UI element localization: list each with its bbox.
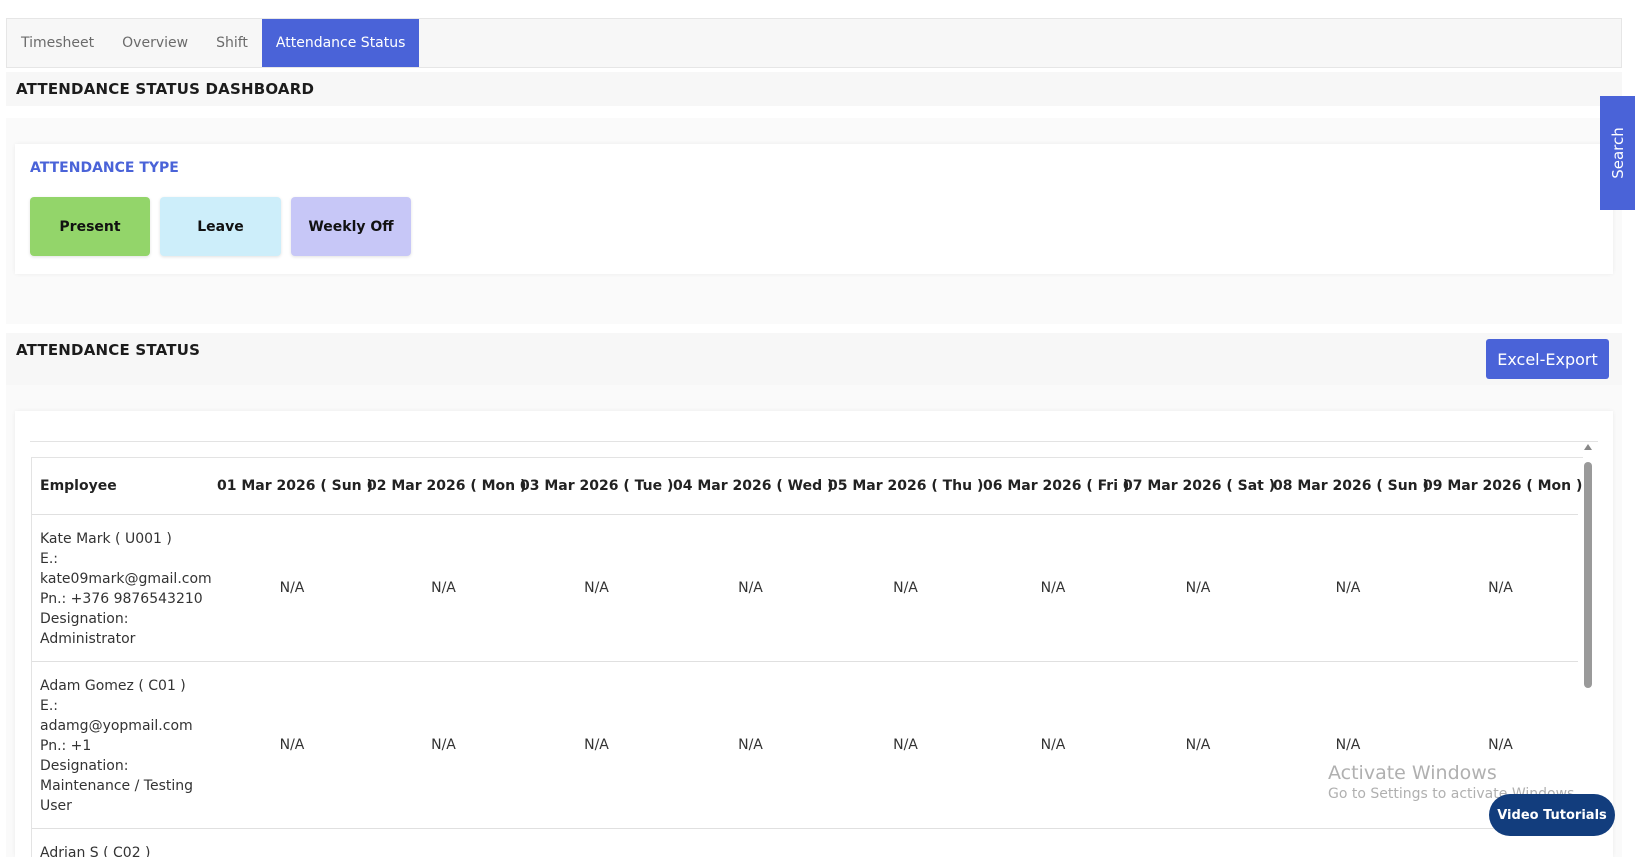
employee-email-label: E.: xyxy=(40,550,59,567)
attendance-type-card: ATTENDANCE TYPE Present Leave Weekly Off xyxy=(15,144,1613,274)
employee-name: Adam Gomez ( C01 ) xyxy=(40,677,186,694)
status-cell: N/A xyxy=(217,661,367,829)
status-cell: N/A xyxy=(828,514,983,662)
status-cell: N/A xyxy=(1123,514,1273,662)
status-cell: N/A xyxy=(1273,514,1423,662)
status-cell xyxy=(828,828,983,857)
tab-attendance-status[interactable]: Attendance Status xyxy=(261,19,420,67)
search-tab-label: Search xyxy=(1608,127,1627,179)
employee-cell: Kate Mark ( U001 ) E.: kate09mark@gmail.… xyxy=(32,514,217,662)
employee-designation-label: Designation: xyxy=(40,610,129,627)
status-cell: N/A xyxy=(1273,661,1423,829)
column-header: 07 Mar 2026 ( Sat ) xyxy=(1123,458,1275,515)
status-cell xyxy=(983,828,1123,857)
legend-present[interactable]: Present xyxy=(30,197,150,256)
status-cell: N/A xyxy=(983,661,1123,829)
column-header: 01 Mar 2026 ( Sun ) xyxy=(217,458,373,515)
legend-weekly-off[interactable]: Weekly Off xyxy=(291,197,411,256)
status-cell xyxy=(673,828,828,857)
employee-cell: Adam Gomez ( C01 ) E.: adamg@yopmail.com… xyxy=(32,661,217,829)
status-cell: N/A xyxy=(983,514,1123,662)
excel-export-button[interactable]: Excel-Export xyxy=(1486,339,1609,379)
attendance-status-header: ATTENDANCE STATUS xyxy=(6,333,1622,385)
dashboard-title: ATTENDANCE STATUS DASHBOARD xyxy=(16,80,315,98)
tab-bar: Timesheet Overview Shift Attendance Stat… xyxy=(6,18,1622,68)
employee-designation: Maintenance / Testing xyxy=(40,777,193,794)
status-cell: N/A xyxy=(217,514,367,662)
video-tutorials-button[interactable]: Video Tutorials xyxy=(1489,794,1615,836)
employee-email: adamg@yopmail.com xyxy=(40,717,193,734)
employee-name: Kate Mark ( U001 ) xyxy=(40,530,172,547)
status-cell: N/A xyxy=(1123,661,1273,829)
status-cell: N/A xyxy=(520,514,673,662)
table-row: Adam Gomez ( C01 ) E.: adamg@yopmail.com… xyxy=(32,661,1578,829)
status-cell: N/A xyxy=(673,514,828,662)
tab-overview[interactable]: Overview xyxy=(108,19,202,67)
legend-leave[interactable]: Leave xyxy=(160,197,281,256)
status-cell: N/A xyxy=(367,661,520,829)
attendance-status-title: ATTENDANCE STATUS xyxy=(16,341,201,359)
status-cell: N/A xyxy=(828,661,983,829)
employee-name: Adrian S ( C02 ) xyxy=(40,844,151,857)
status-cell: N/A xyxy=(673,661,828,829)
employee-phone: Pn.: +1 xyxy=(40,737,92,754)
employee-designation-label: Designation: xyxy=(40,757,129,774)
status-cell: N/A xyxy=(367,514,520,662)
status-cell xyxy=(520,828,673,857)
status-cell: N/A xyxy=(520,661,673,829)
scroll-up-icon[interactable] xyxy=(1584,444,1592,450)
column-header: 08 Mar 2026 ( Sun ) xyxy=(1273,458,1429,515)
status-cell: N/A xyxy=(1423,514,1578,662)
table-header-row: Employee 01 Mar 2026 ( Sun ) 02 Mar 2026… xyxy=(32,458,1582,515)
search-side-tab[interactable]: Search xyxy=(1600,96,1635,210)
column-header: 06 Mar 2026 ( Fri ) xyxy=(983,458,1129,515)
column-header: 05 Mar 2026 ( Thu ) xyxy=(828,458,983,515)
attendance-type-title: ATTENDANCE TYPE xyxy=(30,160,179,176)
dashboard-panel: ATTENDANCE TYPE Present Leave Weekly Off xyxy=(6,118,1622,324)
status-cell xyxy=(367,828,520,857)
employee-email: kate09mark@gmail.com xyxy=(40,570,212,587)
column-header: 02 Mar 2026 ( Mon ) xyxy=(367,458,526,515)
table-row: Kate Mark ( U001 ) E.: kate09mark@gmail.… xyxy=(32,514,1578,662)
dashboard-header: ATTENDANCE STATUS DASHBOARD xyxy=(6,72,1622,106)
scrollbar-thumb[interactable] xyxy=(1584,462,1592,688)
tab-shift[interactable]: Shift xyxy=(202,19,262,67)
activate-windows-title: Activate Windows xyxy=(1328,762,1497,784)
card-divider xyxy=(30,441,1598,442)
employee-phone: Pn.: +376 9876543210 xyxy=(40,590,203,607)
employee-designation-cont: User xyxy=(40,797,72,814)
table-row: Adrian S ( C02 ) xyxy=(32,828,1578,857)
employee-cell: Adrian S ( C02 ) xyxy=(32,828,217,857)
status-cell xyxy=(1123,828,1273,857)
tab-timesheet[interactable]: Timesheet xyxy=(7,19,108,67)
status-cell xyxy=(1273,828,1423,857)
column-header: 04 Mar 2026 ( Wed ) xyxy=(673,458,833,515)
employee-email-label: E.: xyxy=(40,697,59,714)
column-header: 09 Mar 2026 ( Mon ) xyxy=(1423,458,1582,515)
employee-designation: Administrator xyxy=(40,630,136,647)
column-header: 03 Mar 2026 ( Tue ) xyxy=(520,458,673,515)
status-cell xyxy=(217,828,367,857)
column-header: Employee xyxy=(32,458,217,515)
